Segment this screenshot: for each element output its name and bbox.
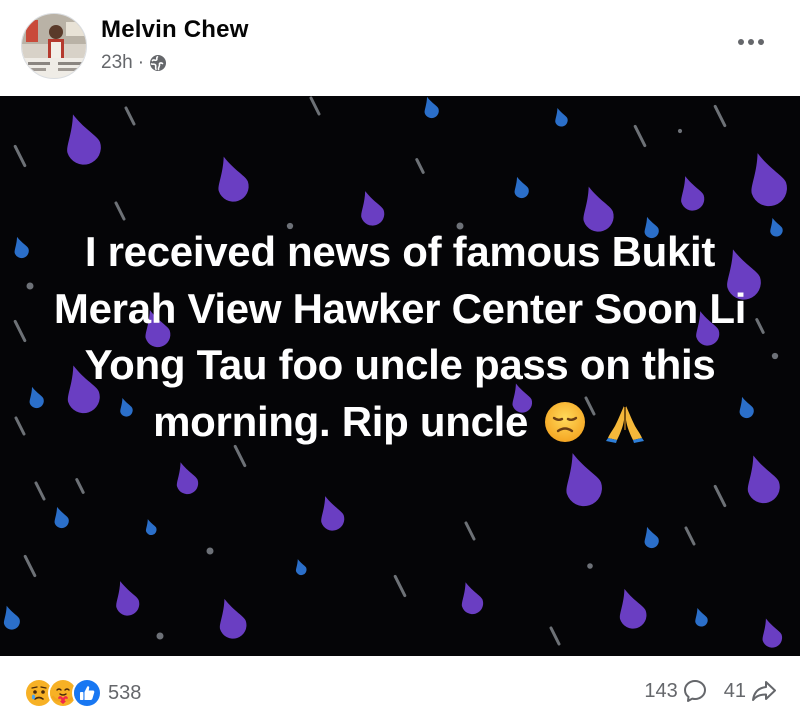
comment-icon	[683, 680, 706, 702]
raindrop-7	[13, 144, 27, 168]
raindrop-25	[13, 319, 27, 343]
raindrop-5	[713, 104, 727, 128]
raindrop-36	[176, 462, 199, 495]
raindrop-55	[695, 608, 708, 627]
raindrop-50	[295, 559, 307, 575]
raindrop-6	[751, 153, 787, 207]
meta-separator: ·	[137, 52, 145, 73]
raindrop-34	[14, 416, 26, 436]
reactions-summary[interactable]: 538	[24, 678, 141, 708]
more-options-icon[interactable]	[734, 30, 768, 54]
raindrop-8	[124, 106, 136, 126]
raindrop-56	[762, 618, 783, 648]
author-avatar[interactable]	[21, 13, 87, 79]
raindrop-45	[713, 484, 727, 508]
raindrop-58	[156, 632, 164, 640]
raindrop-35	[75, 478, 85, 494]
raindrop-0	[67, 114, 101, 165]
raindrop-42	[321, 496, 345, 531]
raindrop-48	[116, 581, 140, 616]
raindrop-40	[54, 506, 69, 529]
post-header: Melvin Chew 23h ·	[0, 0, 800, 96]
reaction-count: 538	[108, 681, 142, 704]
post-image[interactable]: I received news of famous Bukit Merah Vi…	[0, 96, 800, 656]
raindrop-16	[14, 236, 29, 259]
engagement-stats: 143 41	[644, 678, 778, 704]
like-reaction-icon	[72, 678, 102, 708]
post-text: I received news of famous Bukit Merah Vi…	[30, 224, 770, 458]
raindrop-17	[114, 201, 126, 221]
share-count: 41	[723, 679, 746, 702]
post-footer: 538 143 41	[0, 656, 800, 727]
post-time[interactable]: 23h	[101, 52, 133, 74]
shares-link[interactable]: 41	[724, 678, 778, 704]
comments-link[interactable]: 143	[644, 678, 707, 704]
raindrop-53	[549, 626, 561, 646]
raindrop-19	[677, 128, 683, 134]
raindrop-46	[684, 526, 696, 546]
raindrop-49	[219, 598, 247, 639]
raindrop-14	[681, 176, 705, 211]
folded-hands-icon	[603, 400, 647, 459]
raindrop-1	[218, 156, 249, 202]
raindrop-60	[206, 547, 214, 555]
raindrop-27	[771, 352, 779, 360]
raindrop-3	[555, 108, 568, 127]
raindrop-54	[619, 588, 647, 629]
globe-icon	[149, 54, 167, 72]
comment-count: 143	[644, 679, 678, 702]
raindrop-44	[644, 526, 659, 549]
author-name[interactable]: Melvin Chew	[101, 16, 249, 44]
raindrop-12	[514, 176, 529, 199]
raindrop-52	[461, 582, 484, 615]
share-icon	[752, 681, 776, 701]
raindrop-41	[145, 519, 157, 535]
raindrop-43	[464, 521, 476, 541]
raindrop-9	[309, 96, 321, 116]
raindrop-47	[23, 554, 37, 578]
raindrop-62	[34, 481, 46, 501]
raindrop-51	[393, 574, 407, 598]
raindrop-38	[747, 455, 780, 504]
raindrop-10	[361, 191, 385, 226]
post-meta: 23h ·	[101, 52, 167, 74]
disappointed-face-icon	[543, 400, 587, 459]
raindrop-59	[587, 563, 593, 569]
raindrop-2	[424, 96, 439, 119]
raindrop-4	[633, 124, 647, 148]
raindrop-57	[3, 605, 20, 630]
raindrop-21	[415, 158, 425, 174]
